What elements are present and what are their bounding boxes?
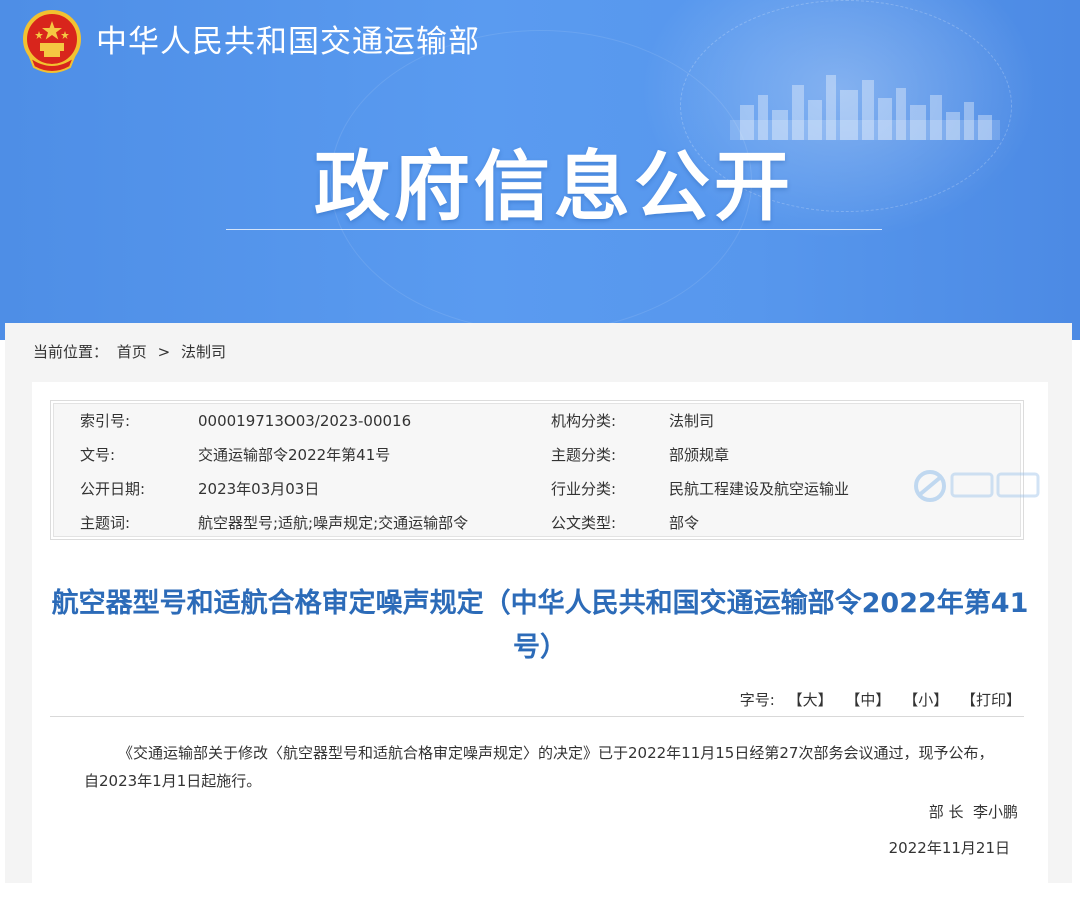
meta-value: 法制司 bbox=[669, 412, 715, 430]
meta-value: 000019713O03/2023-00016 bbox=[198, 412, 412, 430]
breadcrumb-separator: > bbox=[157, 343, 171, 361]
metadata-table-inner: 索引号: 000019713O03/2023-00016 机构分类: 法制司 文… bbox=[53, 403, 1021, 537]
metadata-row: 索引号: 000019713O03/2023-00016 机构分类: 法制司 bbox=[54, 404, 1020, 438]
document-date: 2022年11月21日 bbox=[888, 839, 1010, 857]
meta-label: 行业分类: bbox=[551, 480, 617, 498]
meta-value: 交通运输部令2022年第41号 bbox=[198, 446, 391, 464]
breadcrumb: 当前位置： 首页 > 法制司 bbox=[33, 341, 230, 363]
meta-label: 主题分类: bbox=[551, 446, 617, 464]
meta-label: 公文类型: bbox=[551, 514, 617, 532]
meta-label: 公开日期: bbox=[80, 480, 146, 498]
meta-value: 部颁规章 bbox=[669, 446, 730, 464]
page-body: 当前位置： 首页 > 法制司 索引号: 000019713O03/2023-00… bbox=[5, 323, 1072, 902]
meta-value: 部令 bbox=[669, 514, 700, 532]
metadata-row: 文号: 交通运输部令2022年第41号 主题分类: 部颁规章 bbox=[54, 438, 1020, 472]
metadata-table: 索引号: 000019713O03/2023-00016 机构分类: 法制司 文… bbox=[50, 400, 1024, 540]
metadata-row: 主题词: 航空器型号;适航;噪声规定;交通运输部令 公文类型: 部令 bbox=[54, 506, 1020, 540]
meta-label: 文号: bbox=[80, 446, 116, 464]
banner-divider bbox=[226, 229, 882, 230]
content-panel: 索引号: 000019713O03/2023-00016 机构分类: 法制司 文… bbox=[32, 382, 1048, 902]
meta-value: 航空器型号;适航;噪声规定;交通运输部令 bbox=[198, 514, 469, 532]
font-large-button[interactable]: 【大】 bbox=[788, 691, 833, 709]
ministry-name[interactable]: 中华人民共和国交通运输部 bbox=[96, 22, 480, 62]
meta-label: 机构分类: bbox=[551, 412, 617, 430]
breadcrumb-item-home[interactable]: 首页 bbox=[117, 343, 147, 361]
content-divider bbox=[50, 716, 1024, 717]
breadcrumb-label: 当前位置： bbox=[33, 343, 109, 361]
banner-title: 政府信息公开 bbox=[314, 142, 794, 231]
meta-label: 索引号: bbox=[80, 412, 131, 430]
document-body: 《交通运输部关于修改〈航空器型号和适航合格审定噪声规定〉的决定》已于2022年1… bbox=[84, 744, 994, 790]
national-emblem-icon bbox=[23, 10, 81, 73]
city-skyline-icon bbox=[730, 75, 1000, 140]
meta-value: 2023年03月03日 bbox=[198, 480, 320, 498]
breadcrumb-item-legal-dept[interactable]: 法制司 bbox=[181, 343, 226, 361]
document-title: 航空器型号和适航合格审定噪声规定（中华人民共和国交通运输部令2022年第41号） bbox=[51, 588, 1029, 663]
meta-label: 主题词: bbox=[80, 514, 131, 532]
font-small-button[interactable]: 【小】 bbox=[903, 691, 948, 709]
document-signer: 部 长 李小鹏 bbox=[928, 803, 1018, 821]
font-medium-button[interactable]: 【中】 bbox=[845, 691, 890, 709]
font-size-tools: 字号: 【大】 【中】 【小】 【打印】 bbox=[740, 689, 1021, 711]
meta-value: 民航工程建设及航空运输业 bbox=[669, 480, 850, 498]
font-size-label: 字号: bbox=[739, 691, 775, 709]
metadata-row: 公开日期: 2023年03月03日 行业分类: 民航工程建设及航空运输业 bbox=[54, 472, 1020, 506]
header-banner: 中华人民共和国交通运输部 政府信息公开 bbox=[0, 0, 1080, 340]
print-button[interactable]: 【打印】 bbox=[961, 691, 1021, 709]
